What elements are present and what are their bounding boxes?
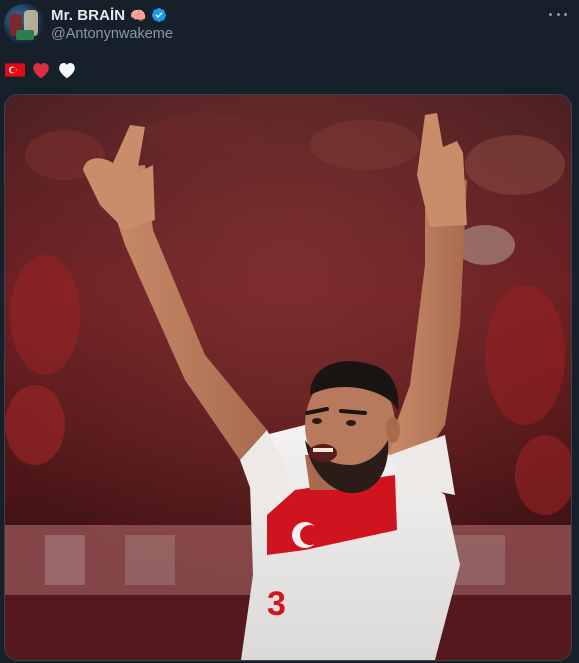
tweet-photo[interactable]: 3 xyxy=(4,94,572,661)
white-heart-icon xyxy=(59,63,75,79)
avatar-shape xyxy=(16,30,34,40)
tweet-card: Mr. BRAİN 🧠 @Antonynwakeme 3 xyxy=(0,0,579,663)
jersey-number: 3 xyxy=(267,585,286,623)
author-handle[interactable]: @Antonynwakeme xyxy=(51,26,173,42)
author-name-row[interactable]: Mr. BRAİN 🧠 xyxy=(51,6,167,24)
verified-badge-icon xyxy=(152,8,167,22)
more-dot xyxy=(549,12,552,16)
tweet-text xyxy=(5,60,77,80)
more-dot xyxy=(564,12,567,16)
more-dot xyxy=(556,12,560,16)
author-display-name[interactable]: Mr. BRAİN xyxy=(51,7,125,24)
avatar[interactable] xyxy=(4,4,44,44)
brain-icon: 🧠 xyxy=(130,7,147,23)
player-celebration-image: 3 xyxy=(5,95,571,660)
turkey-flag-icon xyxy=(5,63,25,77)
red-heart-icon xyxy=(33,63,49,79)
more-options-icon[interactable] xyxy=(549,9,567,19)
